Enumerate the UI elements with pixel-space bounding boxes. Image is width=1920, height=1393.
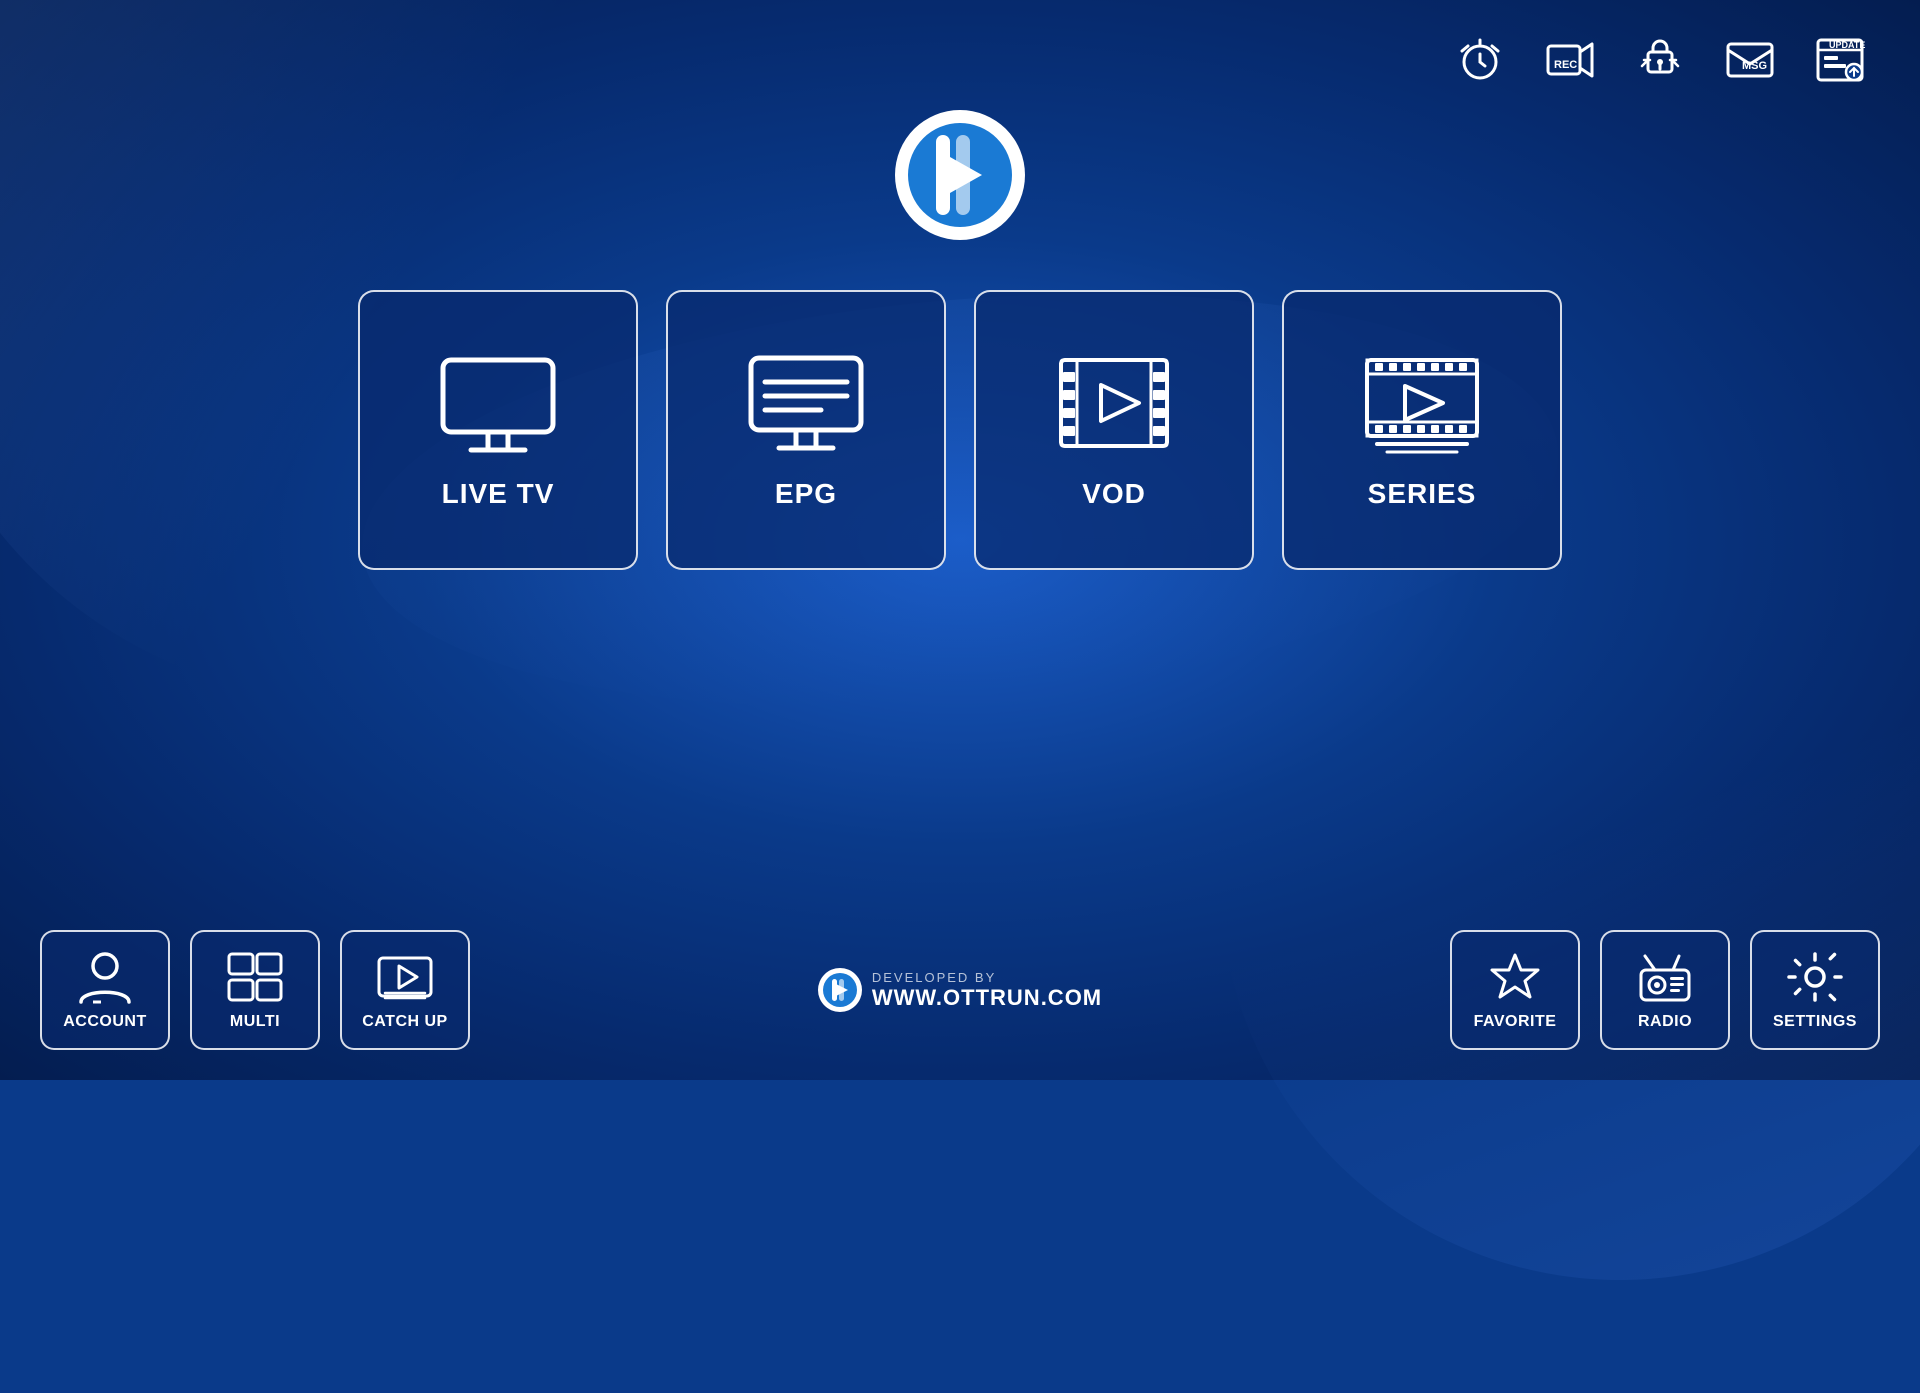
radio-label: RADIO [1638,1013,1692,1031]
series-label: SERIES [1368,478,1477,510]
bottom-right-group: FAVORITE RADIO [1450,930,1880,1050]
svg-text:MSG: MSG [1742,60,1767,72]
account-label: ACCOUNT [63,1013,147,1031]
multi-label: MULTI [230,1013,280,1031]
account-button[interactable]: ACCOUNT [40,930,170,1050]
alarm-button[interactable] [1440,20,1520,100]
rec-button[interactable]: REC [1530,20,1610,100]
svg-text:UPDATE: UPDATE [1829,40,1865,50]
catchup-button[interactable]: CATCH UP [340,930,470,1050]
settings-label: SETTINGS [1773,1013,1857,1031]
radio-button[interactable]: RADIO [1600,930,1730,1050]
epg-label: EPG [775,478,837,510]
live-tv-button[interactable]: LIVE TV [358,290,638,570]
vod-label: VOD [1082,478,1146,510]
live-tv-label: LIVE TV [442,478,555,510]
vpn-button[interactable] [1620,20,1700,100]
bottom-bar: ACCOUNT MULTI CATCH UP [0,930,1920,1050]
developer-credit: DEVELOPED BY WWW.OTTRUN.COM [818,968,1102,1012]
multi-button[interactable]: MULTI [190,930,320,1050]
settings-button[interactable]: SETTINGS [1750,930,1880,1050]
svg-text:REC: REC [1554,59,1577,71]
logo [895,110,1025,240]
series-button[interactable]: SERIES [1282,290,1562,570]
update-button[interactable]: UPDATE [1800,20,1880,100]
dev-logo [818,968,862,1012]
bottom-left-group: ACCOUNT MULTI CATCH UP [40,930,470,1050]
dev-url: WWW.OTTRUN.COM [872,985,1102,1011]
vod-button[interactable]: VOD [974,290,1254,570]
top-bar: REC MSG [0,0,1920,100]
catchup-label: CATCH UP [362,1013,447,1031]
dev-prefix: DEVELOPED BY [872,970,1102,985]
main-menu: LIVE TV EPG [358,290,1562,570]
epg-button[interactable]: EPG [666,290,946,570]
logo-area [895,110,1025,240]
favorite-label: FAVORITE [1474,1013,1557,1031]
msg-button[interactable]: MSG [1710,20,1790,100]
favorite-button[interactable]: FAVORITE [1450,930,1580,1050]
